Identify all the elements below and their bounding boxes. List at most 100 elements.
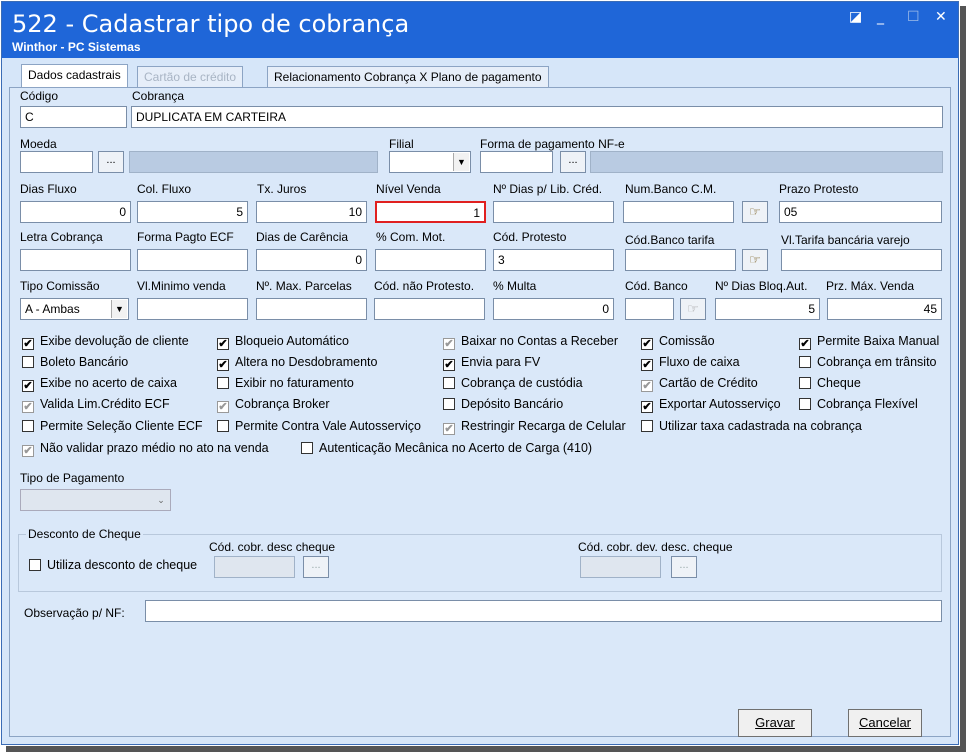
tab-relacionamento[interactable]: Relacionamento Cobrança X Plano de pagam… — [267, 66, 549, 87]
checkbox-autenticacao[interactable]: Autenticação Mecânica no Acerto de Carga… — [301, 441, 592, 455]
checkbox-label: Envia para FV — [461, 355, 541, 369]
checkbox-utiliza-desconto[interactable]: Utiliza desconto de cheque — [29, 558, 197, 572]
cod-banco-input[interactable] — [625, 298, 674, 320]
tipo-comissao-select[interactable]: A - Ambas ▼ — [20, 298, 129, 320]
dias-lib-input[interactable] — [493, 201, 614, 223]
checkbox-icon: ✔ — [22, 338, 34, 350]
checkbox-exibir-faturamento[interactable]: Exibir no faturamento — [217, 376, 354, 390]
observacao-input[interactable] — [145, 600, 942, 622]
checkbox-icon: ✔ — [641, 380, 653, 392]
checkbox-taxa[interactable]: Utilizar taxa cadastrada na cobrança — [641, 419, 862, 433]
checkbox-icon: ✔ — [217, 359, 229, 371]
checkbox-recarga[interactable]: ✔ Restringir Recarga de Celular — [443, 419, 626, 435]
cod-desc-lookup-button[interactable]: ... — [303, 556, 329, 578]
hand-pointer-icon[interactable]: ☞ — [680, 298, 706, 320]
letra-input[interactable] — [20, 249, 131, 271]
checkbox-baixar-contas[interactable]: ✔ Baixar no Contas a Receber — [443, 334, 618, 350]
checkbox-cheque[interactable]: Cheque — [799, 376, 861, 390]
restore-icon[interactable]: ◪ — [849, 10, 862, 24]
checkbox-bloqueio[interactable]: ✔ Bloqueio Automático — [217, 334, 349, 350]
checkbox-fluxo-caixa[interactable]: ✔ Fluxo de caixa — [641, 355, 740, 371]
checkbox-label: Cheque — [817, 376, 861, 390]
max-parcelas-input[interactable] — [256, 298, 367, 320]
dias-carencia-input[interactable]: 0 — [256, 249, 367, 271]
checkbox-icon: ✔ — [799, 338, 811, 350]
cod-desc-input[interactable] — [214, 556, 295, 578]
forma-pagamento-input[interactable] — [480, 151, 553, 173]
checkbox-exportar[interactable]: ✔ Exportar Autosserviço — [641, 397, 781, 413]
forma-pagamento-lookup-button[interactable]: ... — [560, 151, 586, 173]
com-mot-label: % Com. Mot. — [376, 230, 446, 244]
num-banco-input[interactable] — [623, 201, 734, 223]
close-icon[interactable]: ✕ — [935, 10, 947, 24]
checkbox-deposito[interactable]: Depósito Bancário — [443, 397, 563, 411]
cod-dev-input[interactable] — [580, 556, 661, 578]
codigo-input[interactable]: C — [20, 106, 127, 128]
cancelar-button[interactable]: Cancelar — [848, 709, 922, 737]
multa-input[interactable]: 0 — [493, 298, 614, 320]
vl-minimo-input[interactable] — [137, 298, 248, 320]
num-banco-label: Num.Banco C.M. — [625, 182, 717, 196]
checkbox-icon — [22, 420, 34, 432]
col-fluxo-input[interactable]: 5 — [137, 201, 248, 223]
checkbox-custodia[interactable]: Cobrança de custódia — [443, 376, 583, 390]
cod-protesto-input[interactable]: 3 — [493, 249, 614, 271]
hand-pointer-icon[interactable]: ☞ — [742, 249, 768, 271]
checkbox-label: Exibir no faturamento — [235, 376, 354, 390]
checkbox-prazo-medio[interactable]: ✔ Não validar prazo médio no ato na venda — [22, 441, 269, 457]
cod-nao-protesto-label: Cód. não Protesto. — [374, 279, 475, 293]
vl-tarifa-input[interactable] — [781, 249, 942, 271]
com-mot-input[interactable] — [375, 249, 486, 271]
checkbox-permite-baixa[interactable]: ✔ Permite Baixa Manual — [799, 334, 939, 350]
tipo-pagamento-select[interactable]: ⌄ — [20, 489, 171, 511]
cobranca-input[interactable]: DUPLICATA EM CARTEIRA — [131, 106, 943, 128]
checkbox-altera[interactable]: ✔ Altera no Desdobramento — [217, 355, 377, 371]
cod-banco-tarifa-input[interactable] — [625, 249, 736, 271]
cod-dev-lookup-button[interactable]: ... — [671, 556, 697, 578]
checkbox-label: Altera no Desdobramento — [235, 355, 378, 369]
checkbox-cartao[interactable]: ✔ Cartão de Crédito — [641, 376, 758, 392]
minimize-icon[interactable]: _ — [877, 10, 884, 24]
cod-dev-label: Cód. cobr. dev. desc. cheque — [578, 540, 733, 554]
checkbox-boleto[interactable]: Boleto Bancário — [22, 355, 128, 369]
checkbox-label: Utiliza desconto de cheque — [47, 558, 198, 572]
checkbox-icon — [301, 442, 313, 454]
checkbox-envia-fv[interactable]: ✔ Envia para FV — [443, 355, 540, 371]
checkbox-icon — [217, 420, 229, 432]
tab-cartao-credito[interactable]: Cartão de crédito — [137, 66, 244, 87]
filial-select[interactable]: ▼ — [389, 151, 471, 173]
dias-bloq-input[interactable]: 5 — [715, 298, 820, 320]
checkbox-valida-lim[interactable]: ✔ Valida Lim.Crédito ECF — [22, 397, 170, 413]
checkbox-exibe-devolucao[interactable]: ✔ Exibe devolução de cliente — [22, 334, 189, 350]
gravar-button[interactable]: Gravar — [738, 709, 812, 737]
checkbox-label: Exibe devolução de cliente — [40, 334, 189, 348]
moeda-lookup-button[interactable]: ... — [98, 151, 124, 173]
moeda-input[interactable] — [20, 151, 93, 173]
nivel-venda-label: Nível Venda — [376, 182, 441, 196]
nivel-venda-input[interactable]: 1 — [375, 201, 486, 223]
dias-fluxo-input[interactable]: 0 — [20, 201, 131, 223]
checkbox-broker[interactable]: ✔ Cobrança Broker — [217, 397, 330, 413]
checkbox-label: Exportar Autosserviço — [659, 397, 781, 411]
checkbox-icon: ✔ — [641, 359, 653, 371]
checkbox-icon: ✔ — [443, 338, 455, 350]
checkbox-selecao-cliente[interactable]: Permite Seleção Cliente ECF — [22, 419, 203, 433]
multa-label: % Multa — [493, 279, 537, 293]
checkbox-comissao[interactable]: ✔ Comissão — [641, 334, 715, 350]
vl-minimo-label: Vl.Minimo venda — [137, 279, 226, 293]
prazo-protesto-input[interactable]: 05 — [779, 201, 942, 223]
forma-ecf-input[interactable] — [137, 249, 248, 271]
tab-dados-cadastrais[interactable]: Dados cadastrais — [21, 64, 128, 88]
maximize-icon[interactable]: ☐ — [907, 10, 920, 24]
cod-protesto-label: Cód. Protesto — [493, 230, 567, 244]
cod-banco-tarifa-label: Cód.Banco tarifa — [625, 233, 715, 247]
checkbox-contra-vale[interactable]: Permite Contra Vale Autosserviço — [217, 419, 421, 433]
checkbox-label: Comissão — [659, 334, 715, 348]
checkbox-exibe-acerto[interactable]: ✔ Exibe no acerto de caixa — [22, 376, 177, 392]
prz-max-input[interactable]: 45 — [827, 298, 942, 320]
hand-pointer-icon[interactable]: ☞ — [742, 201, 768, 223]
cod-nao-protesto-input[interactable] — [374, 298, 485, 320]
checkbox-flexivel[interactable]: Cobrança Flexível — [799, 397, 918, 411]
checkbox-transito[interactable]: Cobrança em trânsito — [799, 355, 937, 369]
tx-juros-input[interactable]: 10 — [256, 201, 367, 223]
